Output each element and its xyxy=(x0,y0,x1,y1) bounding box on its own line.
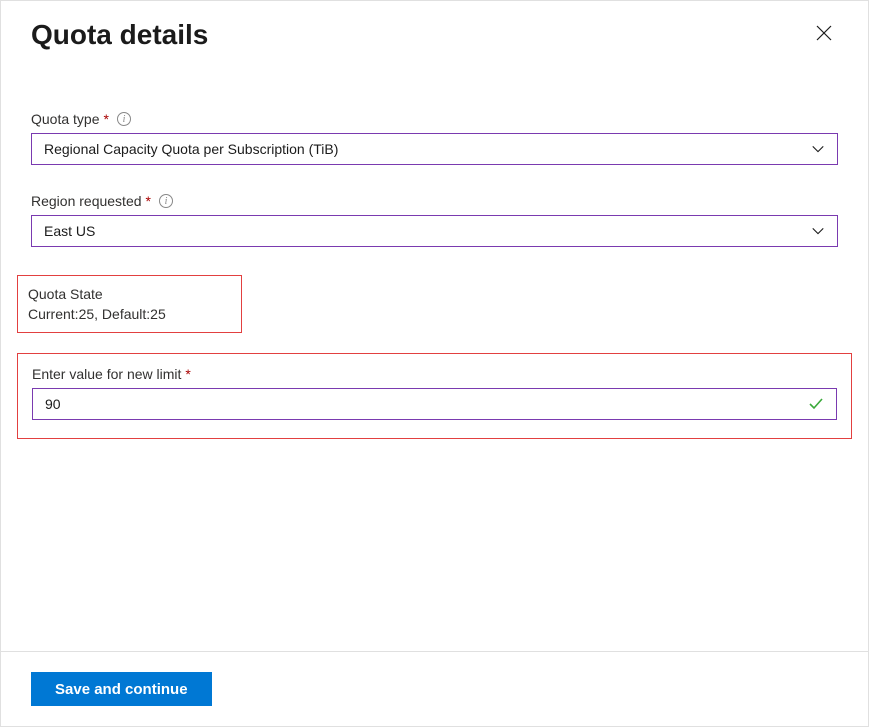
required-asterisk: * xyxy=(146,193,151,209)
new-limit-label: Enter value for new limit xyxy=(32,366,181,382)
panel-title: Quota details xyxy=(31,19,208,51)
checkmark-icon xyxy=(808,396,824,412)
info-icon[interactable]: i xyxy=(159,194,173,208)
region-dropdown[interactable]: East US xyxy=(31,215,838,247)
chevron-down-icon xyxy=(811,224,825,238)
region-value: East US xyxy=(44,223,811,239)
required-asterisk: * xyxy=(104,111,109,127)
panel-header: Quota details xyxy=(1,1,868,51)
region-label-row: Region requested * i xyxy=(31,193,838,209)
close-icon xyxy=(816,25,832,44)
required-asterisk: * xyxy=(185,366,190,382)
quota-type-label-row: Quota type * i xyxy=(31,111,838,127)
panel-content: Quota type * i Regional Capacity Quota p… xyxy=(1,51,868,651)
quota-type-value: Regional Capacity Quota per Subscription… xyxy=(44,141,811,157)
quota-type-label: Quota type xyxy=(31,111,100,127)
region-label: Region requested xyxy=(31,193,142,209)
new-limit-box: Enter value for new limit * xyxy=(17,353,852,439)
panel-footer: Save and continue xyxy=(1,651,868,726)
quota-type-dropdown[interactable]: Regional Capacity Quota per Subscription… xyxy=(31,133,838,165)
new-limit-input-wrapper xyxy=(32,388,837,420)
region-field: Region requested * i East US xyxy=(31,193,838,247)
quota-state-title: Quota State xyxy=(28,286,229,302)
info-icon[interactable]: i xyxy=(117,112,131,126)
quota-state-box: Quota State Current:25, Default:25 xyxy=(17,275,242,333)
quota-state-value: Current:25, Default:25 xyxy=(28,306,229,322)
new-limit-label-row: Enter value for new limit * xyxy=(32,366,837,382)
new-limit-input[interactable] xyxy=(45,396,808,412)
quota-type-field: Quota type * i Regional Capacity Quota p… xyxy=(31,111,838,165)
quota-details-panel: Quota details Quota type * i Regional Ca… xyxy=(0,0,869,727)
chevron-down-icon xyxy=(811,142,825,156)
save-continue-button[interactable]: Save and continue xyxy=(31,672,212,706)
close-button[interactable] xyxy=(810,19,838,50)
